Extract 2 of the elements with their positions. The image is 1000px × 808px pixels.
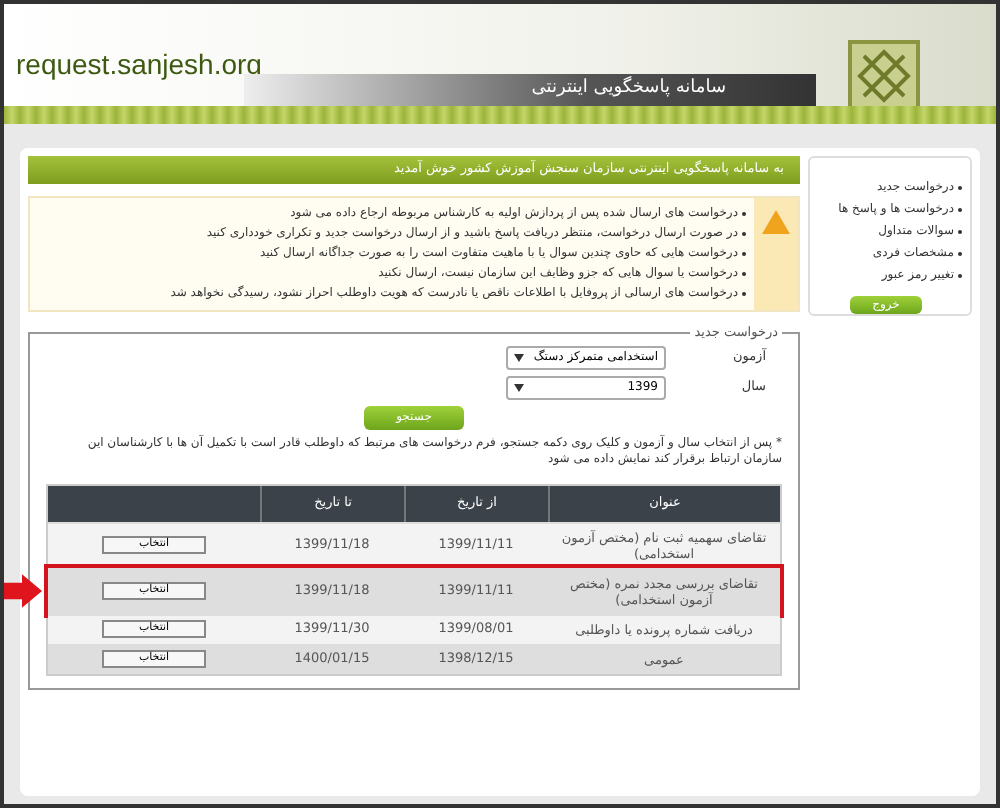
site-address: request.sanjesh.org bbox=[16, 46, 262, 84]
header-title: سامانه پاسخگویی اینترنتی bbox=[531, 76, 726, 102]
